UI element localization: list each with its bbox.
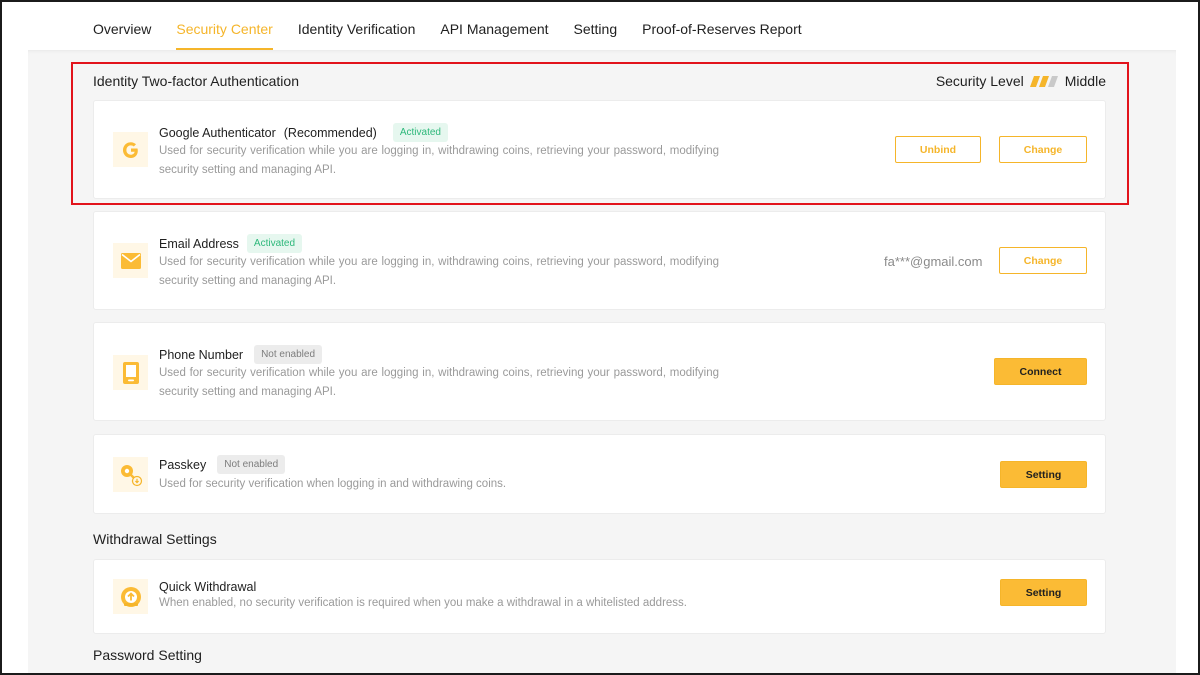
passkey-name: Passkey (159, 457, 207, 472)
security-level-label: Security Level (935, 73, 1024, 89)
recommended-tag: (Recommended) (283, 125, 377, 140)
google-authenticator-description: Used for security verification while you… (159, 145, 719, 176)
password-section-title: Password Setting (93, 647, 202, 663)
tab-identity-verification[interactable]: Identity Verification (298, 2, 416, 50)
email-name: Email Address (159, 236, 239, 251)
quick-withdrawal-icon (113, 579, 148, 614)
phone-name: Phone Number (159, 347, 244, 362)
tab-proof-of-reserves[interactable]: Proof-of-Reserves Report (642, 2, 802, 50)
security-level-value: Middle (1064, 73, 1106, 89)
page-frame: Overview Security Center Identity Verifi… (0, 0, 1200, 675)
google-icon (113, 132, 148, 167)
google-authenticator-card: Google Authenticator (Recommended) Activ… (93, 100, 1106, 199)
passkey-setting-button[interactable]: Setting (1000, 461, 1087, 488)
tab-api-management[interactable]: API Management (440, 2, 548, 50)
security-content: Identity Two-factor Authentication Secur… (28, 50, 1176, 673)
status-badge: Activated (246, 234, 303, 253)
phone-card: Phone Number Not enabled Used for securi… (93, 322, 1106, 421)
security-level-bar (1038, 75, 1049, 87)
passkey-card: Passkey Not enabled Used for security ve… (93, 434, 1106, 514)
quick-withdrawal-card: Quick Withdrawal When enabled, no securi… (93, 559, 1106, 634)
security-level-bar (1029, 75, 1040, 87)
security-level-bars (1029, 75, 1059, 87)
phone-icon (113, 355, 148, 390)
email-title: Email Address Activated (159, 234, 303, 253)
security-level-bar (1047, 75, 1058, 87)
two-factor-section-title: Identity Two-factor Authentication (93, 73, 299, 89)
quick-withdrawal-name: Quick Withdrawal (159, 580, 257, 594)
tab-overview[interactable]: Overview (93, 2, 151, 50)
passkey-description: Used for security verification when logg… (159, 478, 507, 490)
tab-security-center[interactable]: Security Center (176, 2, 274, 50)
status-badge: Activated (392, 123, 448, 142)
email-change-button[interactable]: Change (999, 247, 1087, 274)
connect-button[interactable]: Connect (994, 358, 1087, 385)
withdrawal-section-title: Withdrawal Settings (93, 531, 217, 547)
security-level: Security Level Middle (936, 73, 1106, 89)
google-authenticator-title: Google Authenticator (Recommended) Activ… (159, 123, 448, 142)
tab-bar: Overview Security Center Identity Verifi… (28, 2, 1176, 50)
phone-title: Phone Number Not enabled (159, 345, 323, 364)
email-description: Used for security verification while you… (159, 256, 719, 287)
tab-setting[interactable]: Setting (574, 2, 618, 50)
quick-withdrawal-description: When enabled, no security verification i… (159, 597, 687, 609)
quick-withdrawal-title: Quick Withdrawal (159, 580, 256, 594)
status-badge: Not enabled (217, 455, 286, 474)
email-card: Email Address Activated Used for securit… (93, 211, 1106, 310)
envelope-icon (113, 243, 148, 278)
google-authenticator-name: Google Authenticator (159, 125, 276, 140)
unbind-button[interactable]: Unbind (895, 136, 981, 163)
passkey-title: Passkey Not enabled (159, 455, 286, 474)
google-change-button[interactable]: Change (999, 136, 1087, 163)
quick-withdrawal-setting-button[interactable]: Setting (1000, 579, 1087, 606)
key-icon (113, 457, 148, 492)
email-value: fa***@gmail.com (884, 254, 983, 269)
phone-description: Used for security verification while you… (159, 367, 719, 398)
status-badge: Not enabled (254, 345, 323, 364)
